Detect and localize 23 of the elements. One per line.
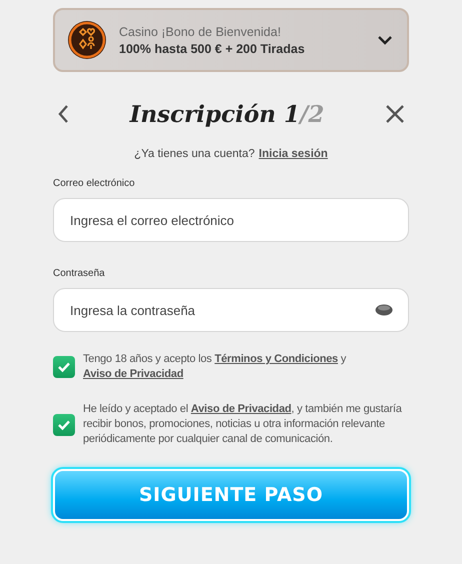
banner-offer: 100% hasta 500 € + 200 Tiradas: [119, 42, 306, 56]
password-field[interactable]: Ingresa la contraseña: [53, 288, 409, 332]
bonus-banner[interactable]: Casino ¡Bono de Bienvenida! 100% hasta 500 € + 200 Tiradas: [53, 8, 409, 72]
terms-link[interactable]: Aviso de Privacidad: [190, 403, 292, 415]
field-label: Correo electrónico: [53, 178, 136, 189]
email-field[interactable]: Ingresa el correo electrónico: [53, 198, 409, 242]
field-label: Contraseña: [53, 268, 106, 279]
card-suits-icon: [67, 20, 107, 60]
login-link[interactable]: Inicia sesión: [258, 148, 328, 160]
eye-icon[interactable]: [375, 304, 393, 316]
terms-link[interactable]: Términos y Condiciones: [214, 353, 338, 365]
checkmark-icon: [57, 361, 71, 373]
checkbox[interactable]: [53, 356, 75, 378]
consent-text: He leído y aceptado el Aviso de Privacidad, y también me gustaría recibir bonos, promociones, noticias u otra información relevante periódicamente por cualquier canal de comunicación.: [83, 402, 403, 447]
banner-title: Casino ¡Bono de Bienvenida!: [119, 24, 282, 38]
chevron-left-icon: [57, 104, 69, 124]
terms-link[interactable]: Aviso de Privacidad: [83, 368, 184, 380]
login-prompt: ¿Ya tienes una cuenta?: [134, 148, 255, 160]
checkbox[interactable]: [53, 414, 75, 436]
step-total: /2: [300, 100, 324, 128]
close-icon: [385, 104, 405, 124]
checkmark-icon: [57, 418, 71, 430]
consent-text: Tengo 18 años y acepto los Términos y Condiciones y Aviso de Privacidad: [83, 352, 348, 382]
